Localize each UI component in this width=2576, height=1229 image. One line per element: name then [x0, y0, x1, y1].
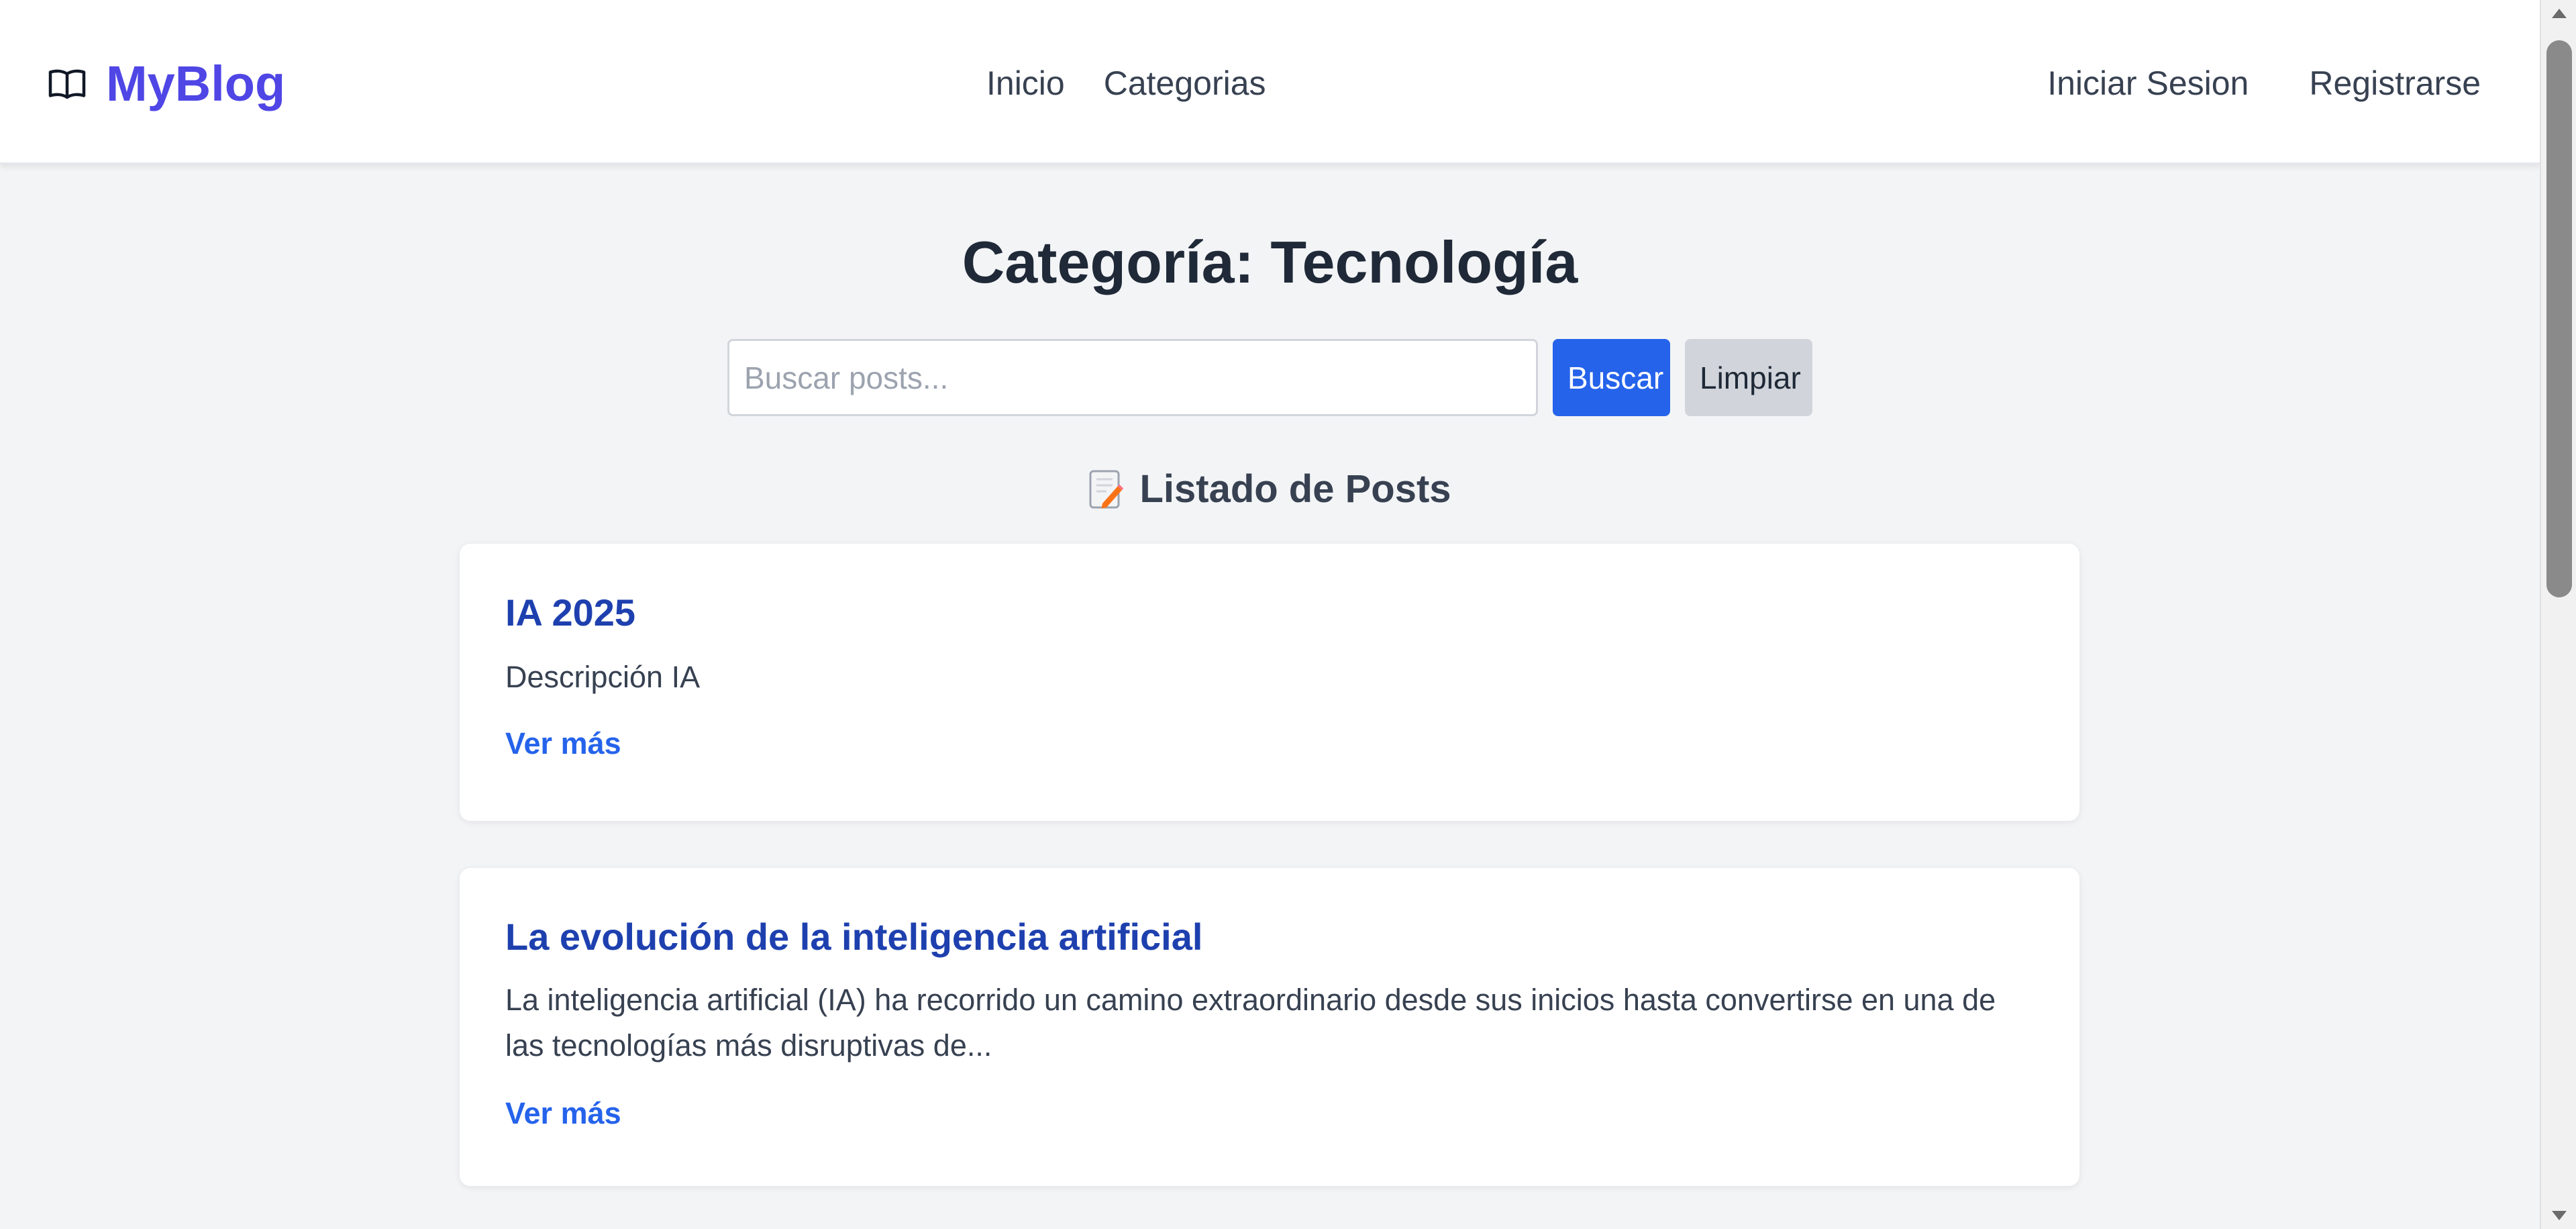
- open-book-icon: [48, 69, 86, 99]
- section-heading: Listado de Posts: [0, 466, 2540, 511]
- read-more-link[interactable]: Ver más: [505, 726, 621, 761]
- search-bar: Buscar Limpiar: [727, 339, 1812, 416]
- post-description: Descripción IA: [505, 660, 701, 694]
- post-card: La evolución de la inteligencia artifici…: [460, 868, 2079, 1186]
- main-content: Categoría: Tecnología Buscar Limpiar Lis…: [0, 164, 2540, 1229]
- scroll-down-arrow[interactable]: [2541, 1202, 2576, 1229]
- scroll-thumb[interactable]: [2546, 40, 2572, 597]
- vertical-scrollbar[interactable]: [2540, 0, 2576, 1229]
- nav-inicio[interactable]: Inicio: [986, 64, 1065, 103]
- register-link[interactable]: Registrarse: [2309, 64, 2481, 103]
- search-input[interactable]: [727, 339, 1538, 416]
- search-button[interactable]: Buscar: [1553, 339, 1670, 416]
- main-nav: Inicio Categorias: [986, 64, 1266, 103]
- read-more-link[interactable]: Ver más: [505, 1096, 621, 1131]
- auth-nav: Iniciar Sesion Registrarse: [2047, 64, 2481, 103]
- brand-link[interactable]: MyBlog: [47, 55, 285, 112]
- navbar: MyBlog Inicio Categorias Iniciar Sesion …: [0, 0, 2540, 164]
- clear-button[interactable]: Limpiar: [1685, 339, 1812, 416]
- login-link[interactable]: Iniciar Sesion: [2047, 64, 2249, 103]
- post-title-link[interactable]: La evolución de la inteligencia artifici…: [505, 915, 1202, 958]
- scroll-up-arrow[interactable]: [2541, 0, 2576, 27]
- nav-categorias[interactable]: Categorias: [1104, 64, 1266, 103]
- triangle-down-icon: [2552, 1211, 2567, 1220]
- page: MyBlog Inicio Categorias Iniciar Sesion …: [0, 0, 2576, 1229]
- memo-icon: [1089, 470, 1124, 508]
- post-card: IA 2025 Descripción IA Ver más: [460, 544, 2079, 821]
- triangle-up-icon: [2552, 9, 2567, 18]
- section-title: Listado de Posts: [1139, 467, 1451, 511]
- post-description: La inteligencia artificial (IA) ha recor…: [505, 983, 1996, 1063]
- brand-name: MyBlog: [106, 56, 286, 111]
- post-title-link[interactable]: IA 2025: [505, 591, 635, 634]
- page-title: Categoría: Tecnología: [962, 229, 1578, 295]
